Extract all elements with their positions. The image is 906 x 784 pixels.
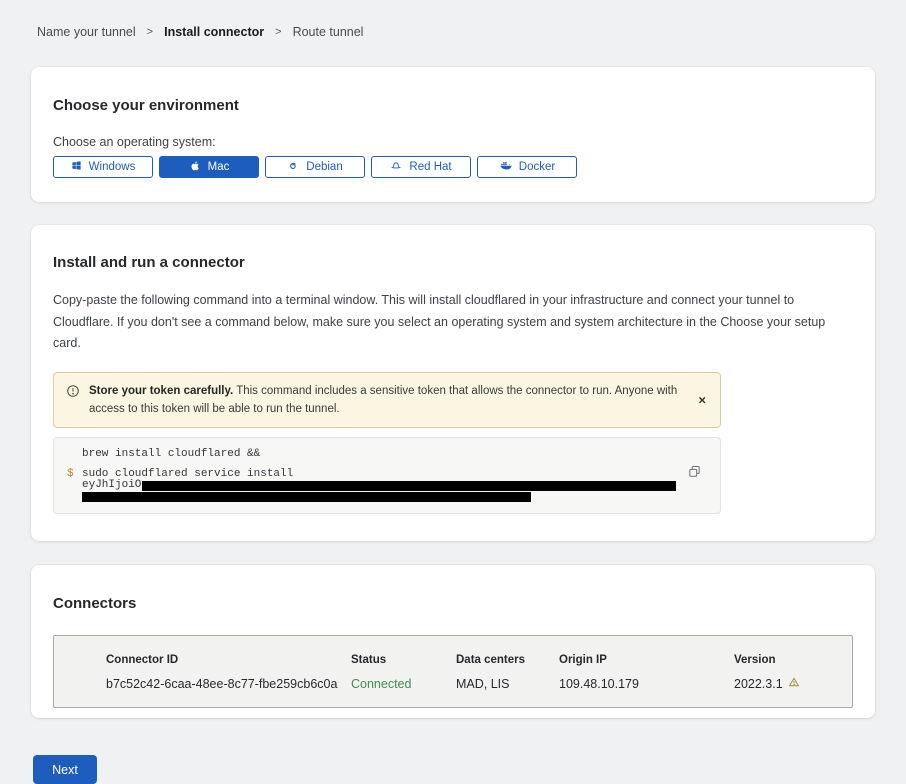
os-button-label: Red Hat [409, 161, 451, 173]
origin-ip-value: 109.48.10.179 [559, 677, 734, 691]
data-centers-value: MAD, LIS [456, 677, 559, 691]
os-button-docker[interactable]: Docker [477, 156, 577, 178]
choose-environment-card: Choose your environment Choose an operat… [31, 67, 875, 202]
redacted-token-bar-1 [142, 481, 676, 491]
connector-id-value: b7c52c42-6caa-48ee-8c77-fbe259cb6c0a [106, 677, 351, 691]
warning-text: Store your token carefully. This command… [89, 382, 680, 419]
breadcrumb-separator: > [147, 26, 153, 38]
next-button[interactable]: Next [33, 755, 97, 784]
connectors-card-title: Connectors [53, 595, 853, 612]
redacted-token-bar-2 [82, 492, 531, 502]
column-header-version: Version [734, 654, 842, 666]
token-warning-banner: Store your token carefully. This command… [53, 372, 721, 429]
debian-icon [287, 160, 299, 175]
os-button-windows[interactable]: Windows [53, 156, 153, 178]
warning-circle-icon [66, 384, 80, 419]
connectors-table-header: Connector ID Status Data centers Origin … [106, 654, 842, 666]
docker-icon [499, 159, 512, 175]
os-select-label: Choose an operating system: [53, 135, 853, 149]
column-header-connector-id: Connector ID [106, 654, 351, 666]
breadcrumb: Name your tunnel > Install connector > R… [0, 0, 906, 39]
os-button-label: Mac [208, 161, 230, 173]
column-header-data-centers: Data centers [456, 654, 559, 666]
connectors-card: Connectors Connector ID Status Data cent… [31, 565, 875, 718]
warning-text-bold: Store your token carefully. [89, 385, 233, 397]
windows-icon [71, 160, 82, 174]
os-button-debian[interactable]: Debian [265, 156, 365, 178]
breadcrumb-name-your-tunnel[interactable]: Name your tunnel [37, 25, 136, 39]
os-button-mac[interactable]: Mac [159, 156, 259, 178]
code-line-1: brew install cloudflared && [82, 449, 260, 460]
os-button-redhat[interactable]: Red Hat [371, 156, 471, 178]
status-badge: Connected [351, 677, 456, 691]
breadcrumb-route-tunnel[interactable]: Route tunnel [293, 25, 364, 39]
shell-prompt: $ [67, 469, 82, 480]
connectors-table: Connector ID Status Data centers Origin … [53, 635, 853, 708]
environment-card-title: Choose your environment [53, 97, 853, 114]
copy-icon[interactable] [686, 464, 702, 480]
install-card-description: Copy-paste the following command into a … [53, 290, 853, 355]
os-button-label: Windows [89, 161, 136, 173]
breadcrumb-install-connector[interactable]: Install connector [164, 25, 264, 39]
install-connector-card: Install and run a connector Copy-paste t… [31, 225, 875, 541]
os-button-label: Docker [519, 161, 555, 173]
token-prefix: eyJhIjoiO [82, 480, 141, 491]
column-header-origin-ip: Origin IP [559, 654, 734, 666]
close-icon[interactable]: × [696, 391, 708, 408]
breadcrumb-separator: > [275, 26, 281, 38]
column-header-status: Status [351, 654, 456, 666]
apple-icon [189, 160, 201, 175]
table-row: b7c52c42-6caa-48ee-8c77-fbe259cb6c0a Con… [106, 676, 842, 691]
redhat-icon [390, 160, 402, 175]
os-button-label: Debian [306, 161, 342, 173]
install-card-title: Install and run a connector [53, 254, 853, 271]
install-command-code-block: brew install cloudflared && $ sudo cloud… [53, 437, 721, 514]
version-value-cell: 2022.3.1 [734, 676, 842, 691]
version-value: 2022.3.1 [734, 677, 783, 691]
os-button-group: Windows Mac Debian Red Hat Docker [53, 156, 853, 178]
warning-triangle-icon [788, 676, 800, 691]
